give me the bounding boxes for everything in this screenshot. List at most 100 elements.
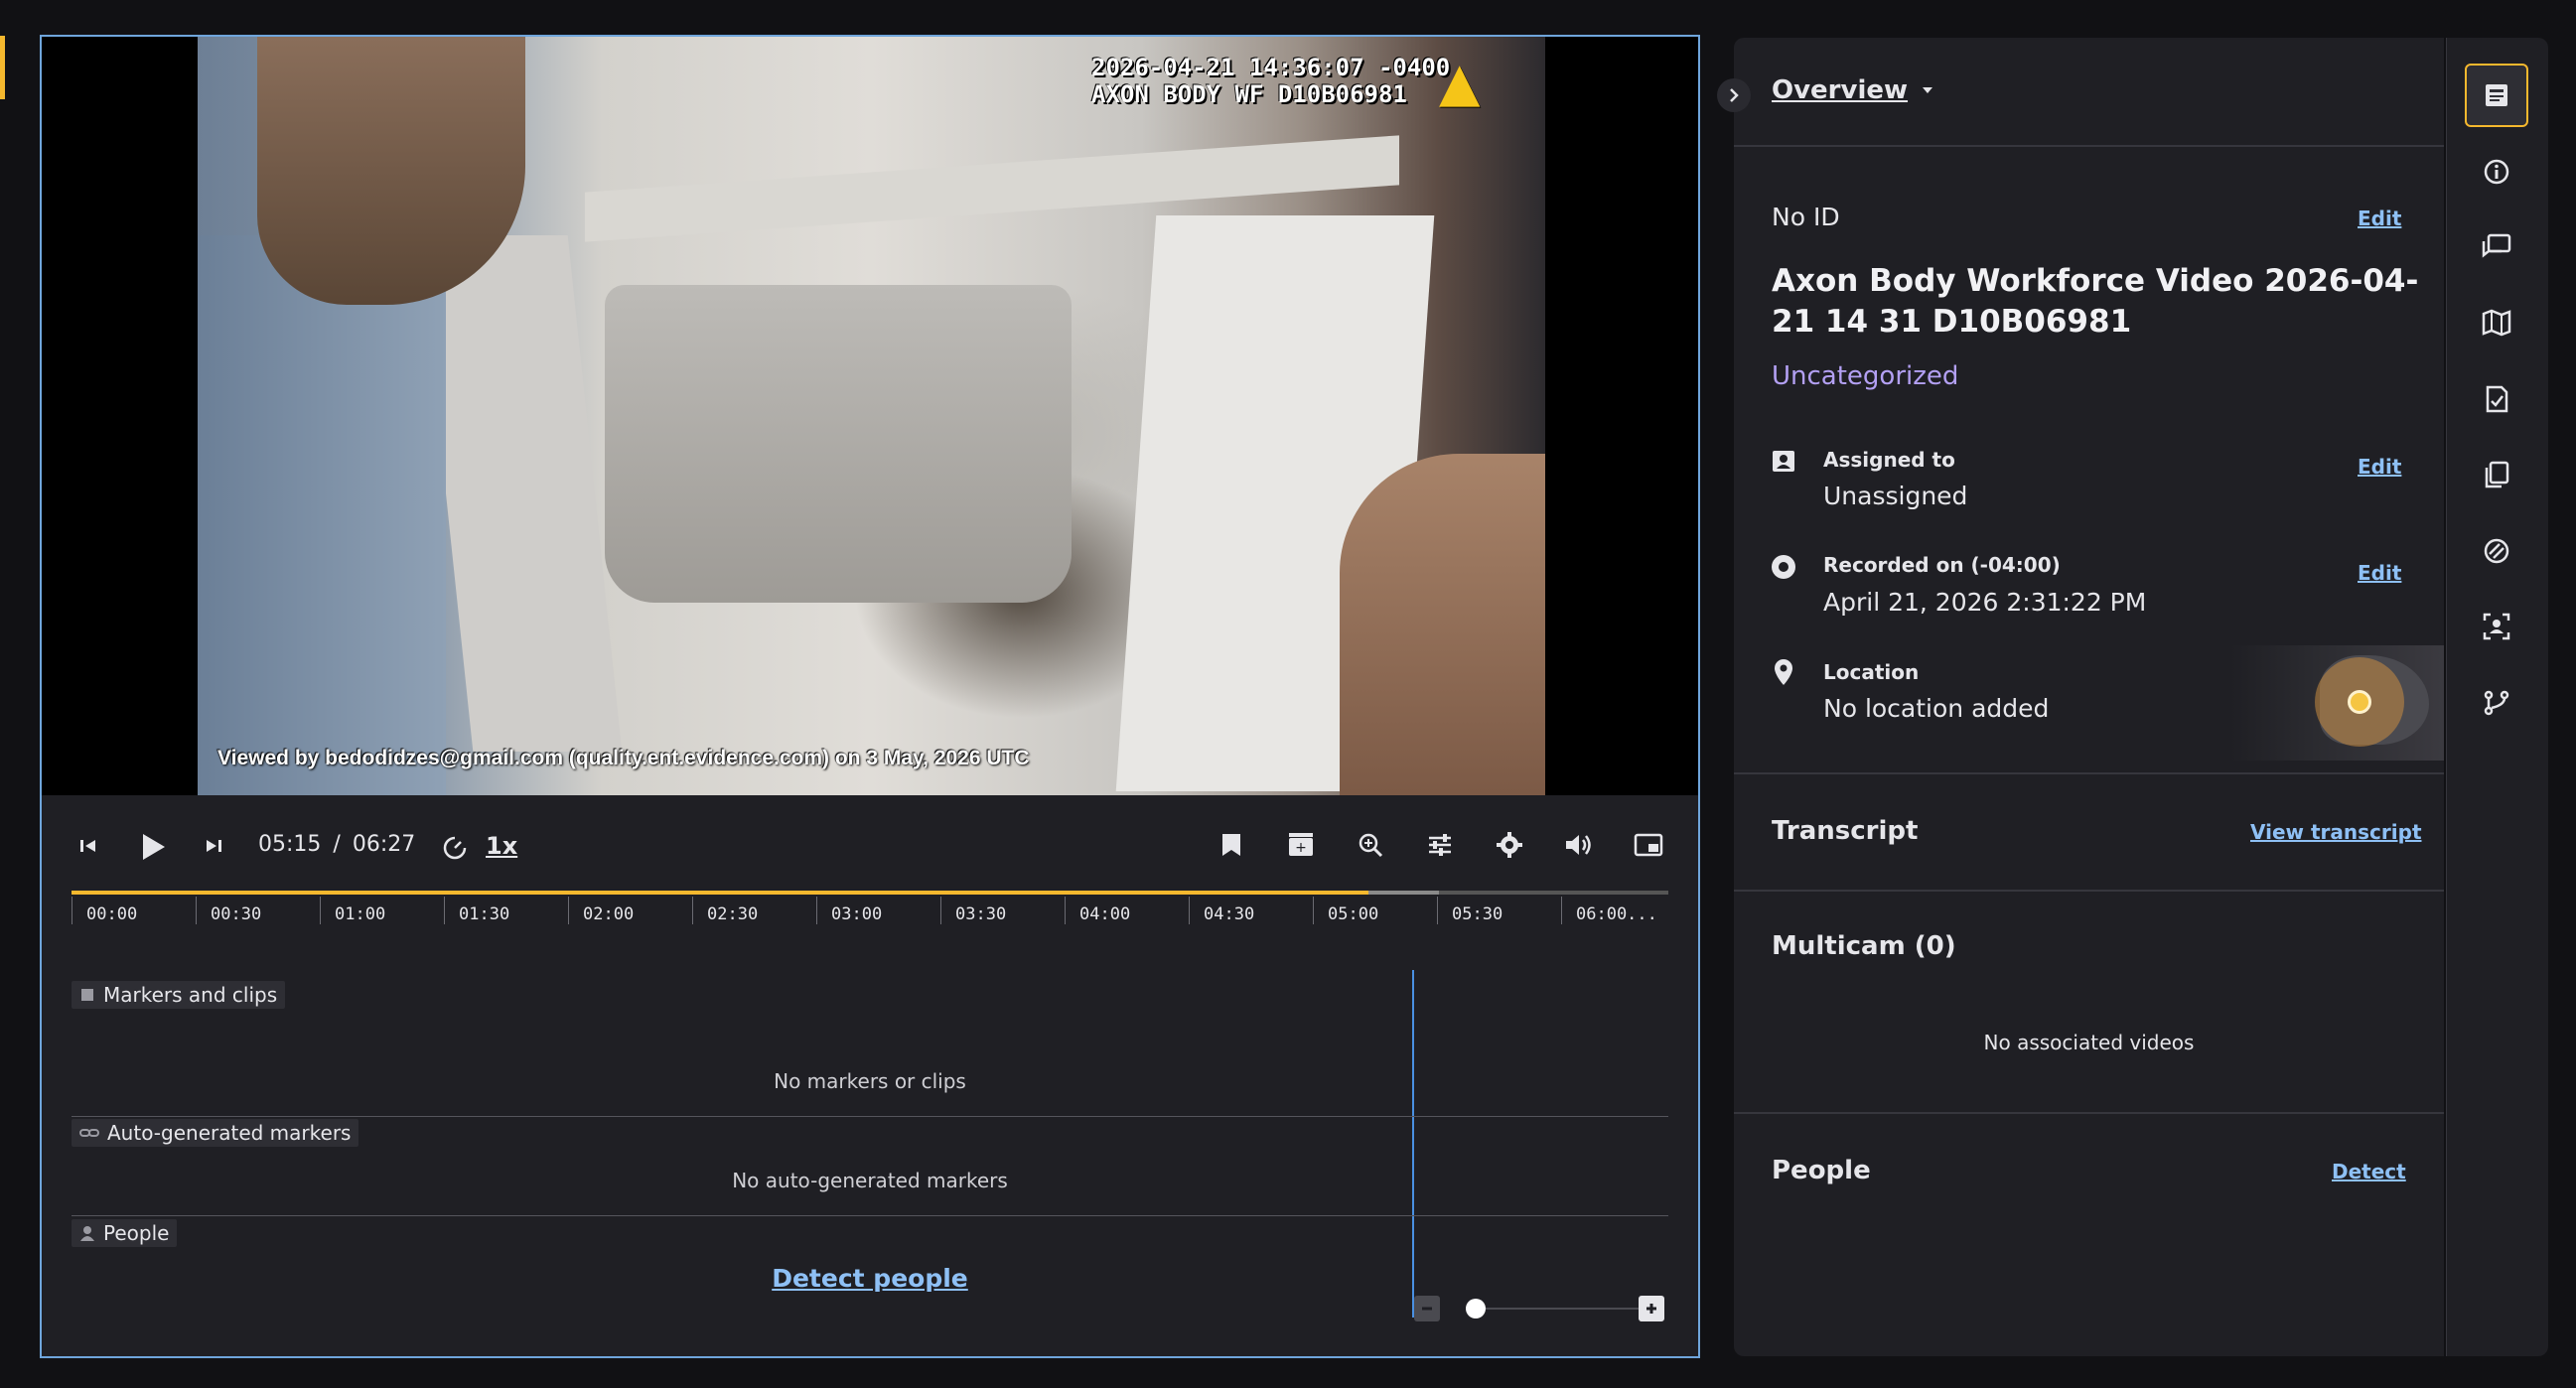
details-panel: Overview No ID Edit Axon Body Workforce … <box>1734 38 2444 1356</box>
volume-button[interactable] <box>1561 827 1597 863</box>
video-scene-sink <box>605 285 1072 603</box>
collapse-panel-button[interactable] <box>1717 78 1751 112</box>
edit-assigned-link[interactable]: Edit <box>2358 455 2401 479</box>
step-back-icon <box>80 840 95 852</box>
zoom-slider-track[interactable] <box>1472 1308 1650 1310</box>
playback-speed-value[interactable]: 1x <box>486 832 517 860</box>
timeline-tick: 02:30 <box>692 897 758 924</box>
clip-icon <box>81 989 93 1001</box>
panel-tab-rail <box>2446 38 2548 1356</box>
app-root: 2026-04-21 14:36:07 -0400 AXON BODY WF D… <box>0 0 2576 1388</box>
evidence-id: No ID <box>1772 203 1840 231</box>
left-accent-bar <box>0 36 5 99</box>
track-divider <box>72 1116 1668 1117</box>
evidence-title: Axon Body Workforce Video 2026-04-21 14 … <box>1772 263 2419 340</box>
record-icon <box>1772 555 1795 579</box>
time-separator: / <box>333 832 341 857</box>
volume-icon <box>1566 835 1591 855</box>
add-marker-button[interactable] <box>1214 827 1249 863</box>
location-label: Location <box>1823 660 1920 684</box>
overview-icon <box>2486 84 2507 106</box>
people-heading: People <box>1772 1156 1871 1185</box>
edit-recorded-link[interactable]: Edit <box>2358 561 2401 585</box>
track-divider <box>72 1215 1668 1216</box>
timeline-tick: 02:00 <box>568 897 634 924</box>
panel-divider <box>1734 772 2444 774</box>
next-frame-button[interactable] <box>199 831 228 861</box>
multicam-heading: Multicam (0) <box>1772 931 1956 961</box>
rail-tab-face-detect[interactable] <box>2465 595 2528 658</box>
timeline-tick: 04:00 <box>1065 897 1130 924</box>
marker-icon <box>1222 834 1240 856</box>
category-link[interactable]: Uncategorized <box>1772 361 1958 391</box>
rail-tab-map[interactable] <box>2465 291 2528 354</box>
timeline-tick: 00:00 <box>72 897 137 924</box>
sliders-icon <box>1429 834 1451 856</box>
play-button[interactable] <box>133 827 173 867</box>
zoom-slider-thumb[interactable] <box>1466 1299 1486 1319</box>
caret-down-icon <box>1923 87 1933 93</box>
location-icon-wrap <box>1770 658 1797 686</box>
recorded-value: April 21, 2026 2:31:22 PM <box>1823 588 2147 617</box>
rail-tab-copies[interactable] <box>2465 443 2528 506</box>
zoom-button[interactable] <box>1353 827 1388 863</box>
person-icon <box>80 1226 94 1241</box>
location-pin-icon <box>1775 659 1792 685</box>
fullscreen-icon <box>1634 833 1663 857</box>
playback-speed-button[interactable] <box>439 832 471 864</box>
duration: 06:27 <box>352 832 416 857</box>
panel-divider <box>1734 890 2444 892</box>
branch-icon <box>2484 690 2509 716</box>
chevron-right-icon <box>1730 88 1739 102</box>
progress-track[interactable] <box>72 891 1668 895</box>
rail-tab-overview[interactable] <box>2465 64 2528 127</box>
speedometer-icon <box>443 836 467 860</box>
current-time: 05:15 <box>258 832 322 857</box>
rail-tab-info[interactable] <box>2465 140 2528 204</box>
track-label-text: Auto-generated markers <box>107 1121 352 1145</box>
view-transcript-link[interactable]: View transcript <box>2250 820 2422 844</box>
video-scene-door-left <box>418 235 623 752</box>
timeline-tick: 06:00... <box>1561 897 1657 924</box>
detect-people-link[interactable]: Detect people <box>72 1264 1668 1293</box>
track-label-text: Markers and clips <box>103 983 278 1007</box>
map-pin <box>2315 657 2404 747</box>
osd-line-2: AXON BODY WF D10B06981 <box>1091 80 1407 108</box>
assigned-icon <box>1770 447 1797 475</box>
settings-button[interactable] <box>1492 827 1527 863</box>
rail-tab-redaction[interactable] <box>2465 519 2528 583</box>
rail-tab-branch[interactable] <box>2465 671 2528 735</box>
axon-logo-icon: ▲ <box>1439 51 1481 113</box>
rail-tab-audit[interactable] <box>2465 367 2528 431</box>
edit-id-link[interactable]: Edit <box>2358 207 2401 230</box>
redaction-icon <box>2484 538 2509 564</box>
overview-dropdown[interactable]: Overview <box>1772 75 1933 105</box>
timeline-tick: 05:30 <box>1437 897 1503 924</box>
timeline[interactable]: 00:00 00:30 01:00 01:30 02:00 02:30 03:00 03:30… <box>72 891 1668 1327</box>
timeline-tick: 05:00 <box>1313 897 1378 924</box>
zoom-in-icon <box>1359 833 1383 858</box>
zoom-out-button[interactable] <box>1414 1296 1440 1321</box>
picture-in-picture-button[interactable] <box>1631 827 1666 863</box>
video-area[interactable]: 2026-04-21 14:36:07 -0400 AXON BODY WF D… <box>42 37 1698 795</box>
location-value: No location added <box>1823 694 2050 723</box>
timeline-tick: 04:30 <box>1189 897 1254 924</box>
transcript-heading: Transcript <box>1772 816 1919 846</box>
detect-link[interactable]: Detect <box>2332 1160 2406 1183</box>
track-label-auto-markers: Auto-generated markers <box>72 1119 359 1147</box>
zoom-in-button[interactable] <box>1639 1296 1664 1321</box>
progress-fill <box>72 891 1368 895</box>
location-map-thumbnail[interactable] <box>2230 645 2444 761</box>
adjustments-button[interactable] <box>1422 827 1458 863</box>
minus-icon <box>1422 1307 1432 1311</box>
info-icon <box>2484 159 2509 185</box>
face-detect-icon <box>2483 613 2510 640</box>
map-icon <box>2482 309 2511 337</box>
map-pin-dot <box>2348 690 2371 714</box>
time-display: 05:15 / 06:27 <box>258 832 415 857</box>
video-osd-timestamp: 2026-04-21 14:36:07 -0400 AXON BODY WF D… <box>1091 55 1450 108</box>
previous-frame-button[interactable] <box>73 831 103 861</box>
create-clip-button[interactable]: + <box>1283 827 1319 863</box>
osd-line-1: 2026-04-21 14:36:07 -0400 <box>1091 54 1451 81</box>
rail-tab-comments[interactable] <box>2465 215 2528 279</box>
